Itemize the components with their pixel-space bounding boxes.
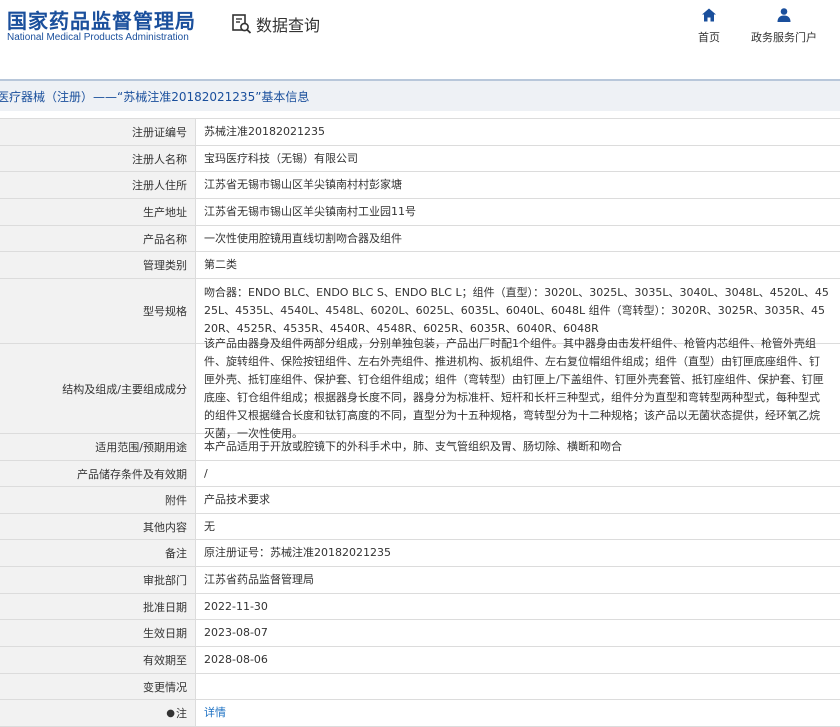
table-row: 注册人住所 江苏省无锡市锡山区羊尖镇南村村彭家塘 <box>0 172 840 199</box>
row-value: 2028-08-06 <box>204 653 268 666</box>
nav-home-label: 首页 <box>698 31 720 44</box>
row-label: 产品储存条件及有效期 <box>0 461 196 486</box>
site-header: 国家药品监督管理局 National Medical Products Admi… <box>0 0 840 66</box>
row-value: 该产品由器身及组件两部分组成，分别单独包装，产品出厂时配1个组件。其中器身由击发… <box>204 336 824 440</box>
table-row: 产品储存条件及有效期 / <box>0 461 840 487</box>
logo-chinese[interactable]: 国家药品监督管理局 <box>7 5 196 34</box>
row-label: 批准日期 <box>0 594 196 619</box>
row-label: 备注 <box>0 540 196 566</box>
row-value: 苏械注准20182021235 <box>204 125 325 138</box>
table-row: 注册人名称 宝玛医疗科技（无锡）有限公司 <box>0 146 840 172</box>
row-value: 江苏省无锡市锡山区羊尖镇南村工业园11号 <box>204 205 416 218</box>
row-value: 详情 <box>196 700 840 726</box>
row-label: 管理类别 <box>0 252 196 278</box>
note-label: 注 <box>176 707 187 720</box>
row-label: 产品名称 <box>0 226 196 251</box>
row-value <box>196 674 840 699</box>
row-label: ● 注 <box>0 700 196 726</box>
table-row: 有效期至 2028-08-06 <box>0 647 840 674</box>
row-label: 附件 <box>0 487 196 513</box>
row-value: 宝玛医疗科技（无锡）有限公司 <box>204 151 358 165</box>
table-row: 附件 产品技术要求 <box>0 487 840 514</box>
nav-service-label: 政务服务门户 <box>751 31 817 44</box>
row-label: 适用范围/预期用途 <box>0 434 196 460</box>
table-row: 变更情况 <box>0 674 840 700</box>
row-value: 2023-08-07 <box>204 626 268 639</box>
user-icon <box>777 8 791 22</box>
pin-icon: ● <box>166 707 175 719</box>
table-row: 批准日期 2022-11-30 <box>0 594 840 620</box>
row-value: 江苏省药品监督管理局 <box>204 573 314 586</box>
info-table: 注册证编号 苏械注准20182021235 注册人名称 宝玛医疗科技（无锡）有限… <box>0 118 840 727</box>
home-icon <box>702 8 716 22</box>
row-value: 无 <box>204 519 215 533</box>
table-row: 结构及组成/主要组成成分 该产品由器身及组件两部分组成，分别单独包装，产品出厂时… <box>0 336 840 440</box>
nav-home[interactable]: 首页 <box>674 7 744 45</box>
row-label: 有效期至 <box>0 647 196 673</box>
nav-service-portal[interactable]: 政务服务门户 <box>749 7 819 45</box>
logo-english[interactable]: National Medical Products Administration <box>7 32 189 43</box>
row-label: 注册证编号 <box>0 119 196 145</box>
row-value: 本产品适用于开放或腔镜下的外科手术中，肺、支气管组织及胃、肠切除、横断和吻合 <box>204 440 622 453</box>
table-row: 备注 原注册证号：苏械注准20182021235 <box>0 540 840 567</box>
table-row: 管理类别 第二类 <box>0 252 840 279</box>
row-value: 产品技术要求 <box>204 493 270 506</box>
data-query-title: 数据查询 <box>231 11 320 37</box>
page-title: 医疗器械（注册）——“苏械注准20182021235”基本信息 <box>0 90 310 104</box>
row-label: 型号规格 <box>0 279 196 343</box>
table-row: 适用范围/预期用途 本产品适用于开放或腔镜下的外科手术中，肺、支气管组织及胃、肠… <box>0 434 840 461</box>
row-label: 注册人名称 <box>0 146 196 171</box>
row-label: 注册人住所 <box>0 172 196 198</box>
table-row: 注册证编号 苏械注准20182021235 <box>0 119 840 146</box>
row-value: 江苏省无锡市锡山区羊尖镇南村村彭家塘 <box>204 178 402 191</box>
details-link[interactable]: 详情 <box>204 704 226 722</box>
table-row: 产品名称 一次性使用腔镜用直线切割吻合器及组件 <box>0 226 840 252</box>
row-value: 2022-11-30 <box>204 599 268 613</box>
page-title-bar: 医疗器械（注册）——“苏械注准20182021235”基本信息 <box>0 79 840 111</box>
row-label: 结构及组成/主要组成成分 <box>0 344 196 433</box>
row-label: 变更情况 <box>0 674 196 699</box>
row-label: 审批部门 <box>0 567 196 593</box>
query-title-text: 数据查询 <box>256 16 321 35</box>
row-value: 原注册证号：苏械注准20182021235 <box>204 546 391 559</box>
row-label: 其他内容 <box>0 514 196 539</box>
table-row: 其他内容 无 <box>0 514 840 540</box>
row-value: 一次性使用腔镜用直线切割吻合器及组件 <box>204 231 402 245</box>
document-search-icon <box>232 14 252 34</box>
table-row: 生产地址 江苏省无锡市锡山区羊尖镇南村工业园11号 <box>0 199 840 226</box>
table-row: ● 注 详情 <box>0 700 840 727</box>
table-row: 生效日期 2023-08-07 <box>0 620 840 647</box>
row-value: 第二类 <box>204 258 237 271</box>
row-value: / <box>204 466 208 480</box>
row-value: 吻合器：ENDO BLC、ENDO BLC S、ENDO BLC L；组件（直型… <box>204 286 829 335</box>
row-label: 生产地址 <box>0 199 196 225</box>
row-label: 生效日期 <box>0 620 196 646</box>
table-row: 审批部门 江苏省药品监督管理局 <box>0 567 840 594</box>
